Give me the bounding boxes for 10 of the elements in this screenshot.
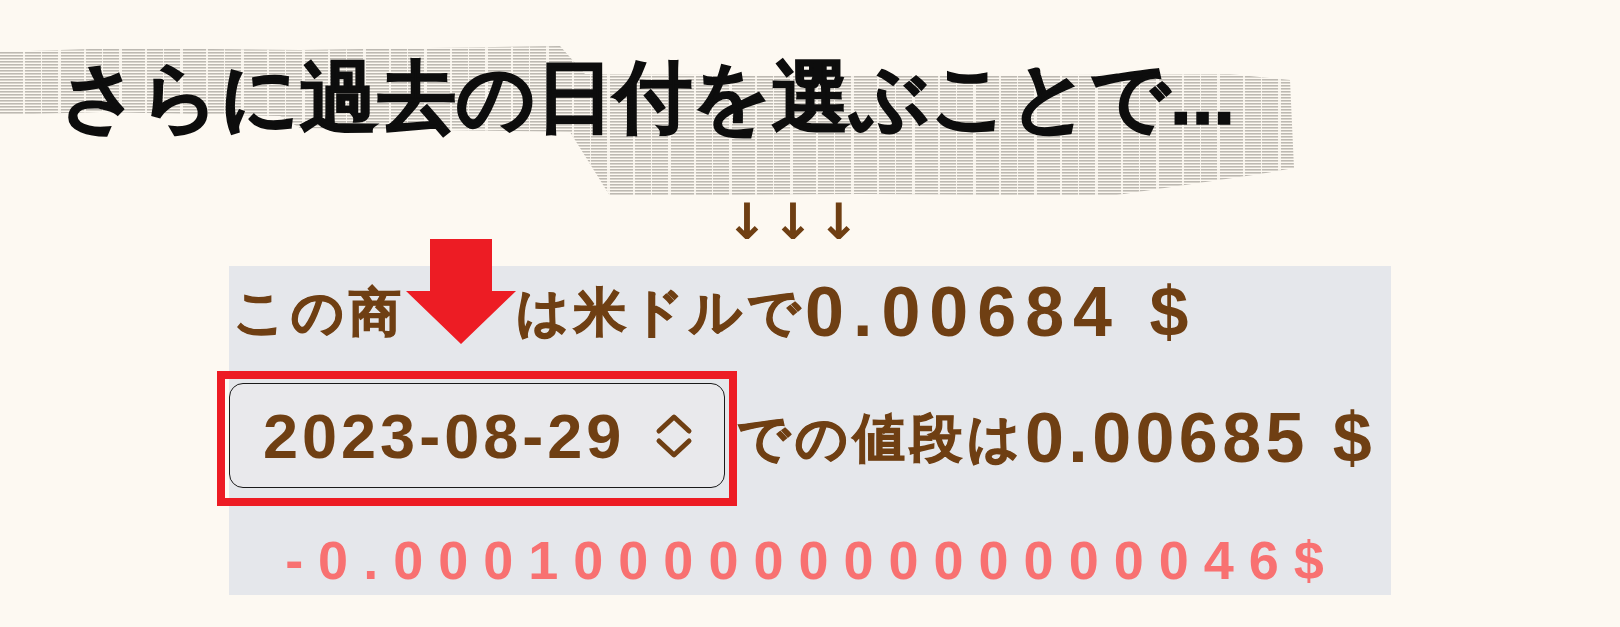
price-difference: -0.00010000000000000046$ xyxy=(285,530,1339,590)
down-arrows-text: ↓↓↓ xyxy=(726,197,864,247)
heading: さらに過去の日付を選ぶことで... xyxy=(60,52,1235,143)
price-label: での値段は xyxy=(737,407,1025,470)
date-select[interactable]: 2023-08-29 xyxy=(229,383,725,488)
price-label: この商 xyxy=(233,280,406,344)
price-value: 0.00685 $ xyxy=(1025,400,1376,477)
price-label: は米ドルで xyxy=(516,280,805,344)
up-down-chevron-icon xyxy=(654,411,694,460)
price-value: 0.00684 $ xyxy=(805,273,1198,351)
